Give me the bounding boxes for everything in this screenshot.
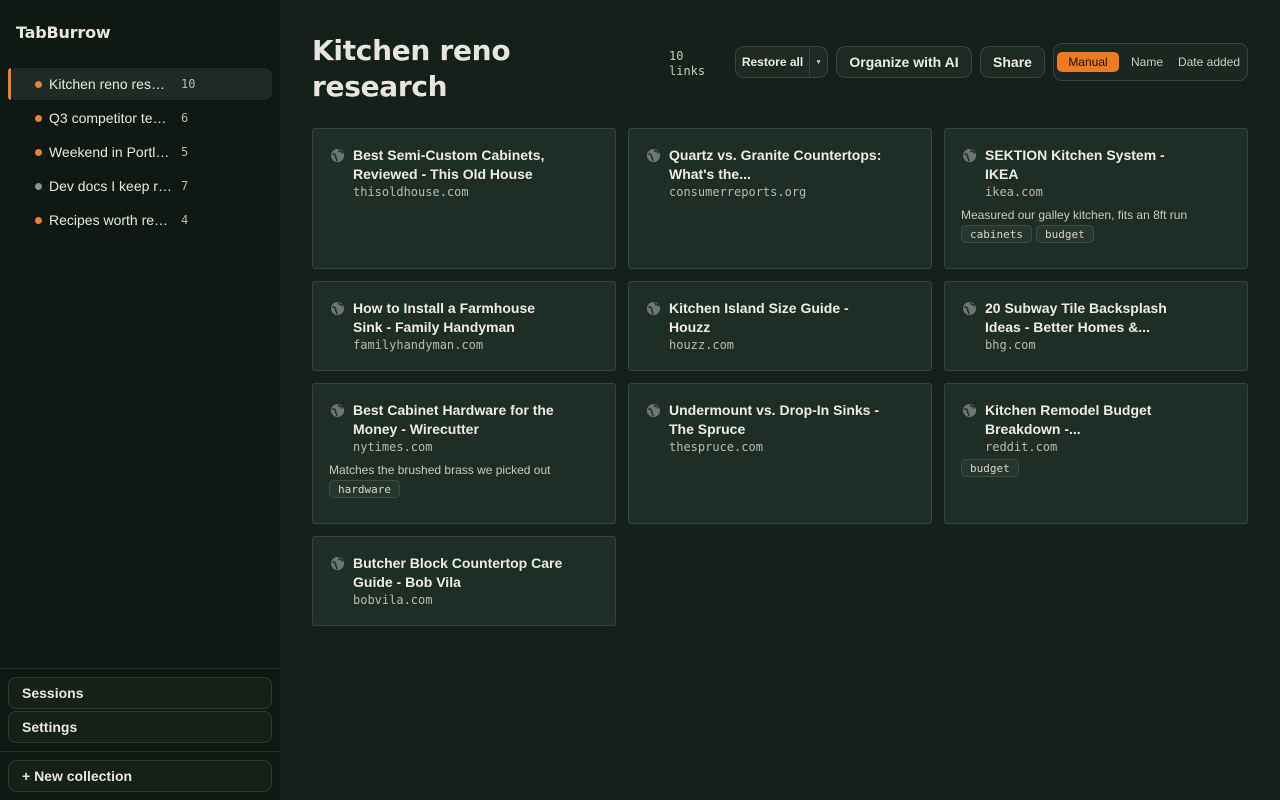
- link-count: 10 links: [669, 49, 706, 78]
- globe-icon: [646, 403, 661, 418]
- tag-chip[interactable]: cabinets: [961, 225, 1032, 243]
- sidebar-divider: [0, 751, 280, 752]
- link-card[interactable]: Kitchen Remodel Budget Breakdown -... red…: [944, 383, 1248, 524]
- link-domain: bobvila.com: [353, 593, 433, 607]
- link-title: SEKTION Kitchen System - IKEA: [985, 147, 1165, 182]
- sidebar-footer-divider: [0, 668, 280, 669]
- sort-toggle: Manual Name Date added: [1053, 43, 1248, 81]
- tag-chip[interactable]: budget: [1035, 225, 1094, 243]
- page-title: Kitchen reno research: [312, 34, 511, 103]
- link-card[interactable]: SEKTION Kitchen System - IKEA ikea.com Mea…: [944, 128, 1248, 269]
- collection-count: 6: [181, 111, 189, 125]
- link-domain: bhg.com: [985, 338, 1036, 352]
- collection-dot-icon: [35, 115, 42, 122]
- globe-icon: [646, 301, 661, 316]
- globe-icon: [330, 148, 345, 163]
- collection-label: Recipes worth remaking: [49, 212, 172, 228]
- organize-ai-button[interactable]: Organize with AI: [836, 46, 972, 78]
- link-card[interactable]: Kitchen Island Size Guide - Houzz houzz.c…: [628, 281, 932, 371]
- sort-manual-option[interactable]: Manual: [1057, 52, 1119, 72]
- collection-count: 5: [181, 145, 189, 159]
- link-domain: reddit.com: [985, 440, 1058, 454]
- collection-item[interactable]: Kitchen reno research 10: [8, 68, 272, 100]
- tag-list: cabinets budget: [961, 225, 1094, 243]
- globe-icon: [330, 403, 345, 418]
- link-domain: thisoldhouse.com: [353, 185, 469, 199]
- sessions-button[interactable]: Sessions: [8, 677, 272, 709]
- link-card[interactable]: Undermount vs. Drop-In Sinks - The Spruc…: [628, 383, 932, 524]
- link-domain: consumerreports.org: [669, 185, 807, 199]
- link-title: How to Install a Farmhouse Sink - Family…: [353, 300, 536, 335]
- collection-item[interactable]: Q3 competitor teardown 6: [8, 102, 272, 134]
- tag-list: budget: [961, 459, 1019, 477]
- link-domain: ikea.com: [985, 185, 1043, 199]
- collection-label: Kitchen reno research: [49, 76, 172, 92]
- link-title: Kitchen Remodel Budget Breakdown -...: [985, 402, 1152, 437]
- globe-icon: [962, 301, 977, 316]
- new-collection-button[interactable]: + New collection: [8, 760, 272, 792]
- collection-list: Kitchen reno research 10 Q3 competitor t…: [8, 68, 272, 238]
- tag-chip[interactable]: budget: [961, 459, 1019, 477]
- sidebar: TabBurrow Kitchen reno research 10 Q3 co…: [0, 0, 280, 800]
- collection-dot-icon: [35, 149, 42, 156]
- collection-dot-icon: [35, 183, 42, 190]
- link-note: Measured our galley kitchen, fits an 8ft…: [961, 208, 1188, 222]
- link-title: 20 Subway Tile Backsplash Ideas - Better…: [985, 300, 1167, 335]
- collection-item[interactable]: Dev docs I keep reopening 7: [8, 170, 272, 202]
- share-button[interactable]: Share: [980, 46, 1045, 78]
- settings-button[interactable]: Settings: [8, 711, 272, 743]
- link-card[interactable]: 20 Subway Tile Backsplash Ideas - Better…: [944, 281, 1248, 371]
- link-note: Matches the brushed brass we picked out: [329, 463, 551, 477]
- globe-icon: [330, 301, 345, 316]
- link-card[interactable]: How to Install a Farmhouse Sink - Family…: [312, 281, 616, 371]
- link-domain: thespruce.com: [669, 440, 763, 454]
- link-title: Butcher Block Countertop Care Guide - Bo…: [353, 555, 563, 590]
- link-card[interactable]: Best Cabinet Hardware for the Money - Wi…: [312, 383, 616, 524]
- collection-label: Q3 competitor teardown: [49, 110, 172, 126]
- chevron-down-icon[interactable]: ▾: [809, 46, 828, 78]
- restore-all-button[interactable]: Restore all: [735, 46, 810, 78]
- globe-icon: [962, 403, 977, 418]
- link-card[interactable]: Quartz vs. Granite Countertops: What's t…: [628, 128, 932, 269]
- collection-count: 7: [181, 179, 189, 193]
- globe-icon: [962, 148, 977, 163]
- link-domain: familyhandyman.com: [353, 338, 484, 352]
- link-domain: houzz.com: [669, 338, 735, 352]
- app-logo: TabBurrow: [16, 23, 111, 42]
- link-card[interactable]: Butcher Block Countertop Care Guide - Bo…: [312, 536, 616, 626]
- collection-item[interactable]: Recipes worth remaking 4: [8, 204, 272, 236]
- collection-dot-icon: [35, 217, 42, 224]
- collection-count: 4: [181, 213, 189, 227]
- link-title: Quartz vs. Granite Countertops: What's t…: [669, 147, 882, 182]
- link-title: Best Semi-Custom Cabinets, Reviewed - Th…: [353, 147, 545, 182]
- globe-icon: [646, 148, 661, 163]
- collection-label: Weekend in Portland: [49, 144, 172, 160]
- link-card[interactable]: Best Semi-Custom Cabinets, Reviewed - Th…: [312, 128, 616, 269]
- collection-label: Dev docs I keep reopening: [49, 178, 172, 194]
- link-title: Undermount vs. Drop-In Sinks - The Spruc…: [669, 402, 880, 437]
- collection-dot-icon: [35, 81, 42, 88]
- collection-count: 10: [181, 77, 196, 91]
- sort-name-option[interactable]: Name: [1121, 52, 1173, 72]
- link-domain: nytimes.com: [353, 440, 433, 454]
- link-title: Kitchen Island Size Guide - Houzz: [669, 300, 849, 335]
- globe-icon: [330, 556, 345, 571]
- collection-item[interactable]: Weekend in Portland 5: [8, 136, 272, 168]
- tag-list: hardware: [329, 480, 400, 498]
- link-title: Best Cabinet Hardware for the Money - Wi…: [353, 402, 554, 437]
- sort-date-option[interactable]: Date added: [1177, 50, 1241, 74]
- tag-chip[interactable]: hardware: [329, 480, 400, 498]
